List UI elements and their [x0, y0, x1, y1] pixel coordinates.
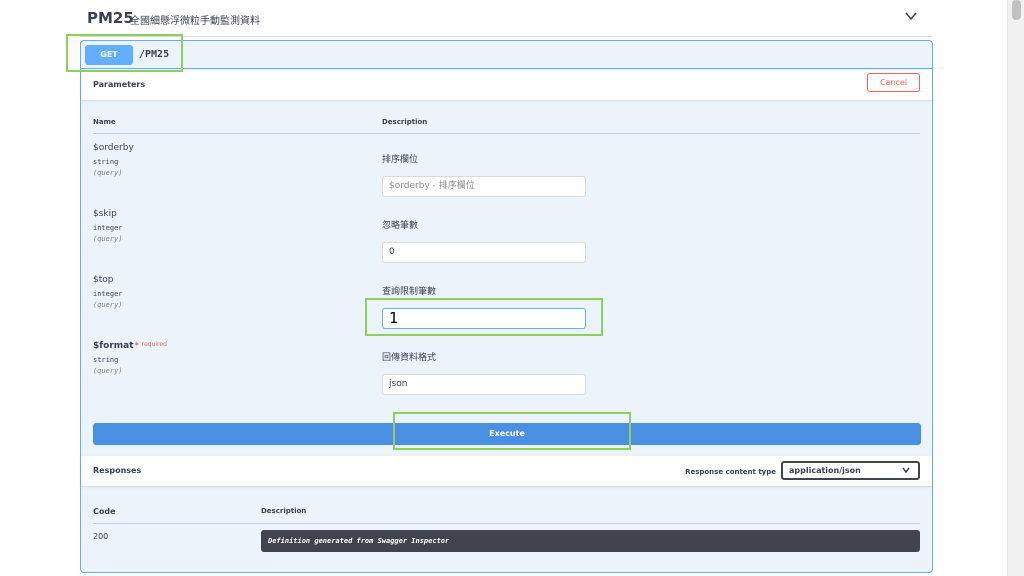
col-name-header: Name	[93, 118, 116, 126]
header-divider	[80, 36, 932, 37]
param-type: integer	[93, 290, 123, 298]
parameters-header: Parameters Cancel	[81, 70, 932, 100]
param-description: 忽略筆數	[382, 221, 419, 231]
orderby-input[interactable]: $orderby - 排序欄位	[382, 176, 586, 197]
tag-description: 全國細懸浮微粒手動監測資料	[130, 16, 260, 27]
param-type: string	[93, 356, 119, 364]
response-description: Definition generated from Swagger Inspec…	[261, 530, 920, 552]
param-name-text: $format	[93, 341, 134, 351]
table-rule	[93, 133, 920, 134]
chevron-down-icon[interactable]	[904, 9, 918, 23]
param-name: $top	[93, 275, 114, 285]
col-description-header: Description	[382, 118, 428, 126]
response-code: 200	[93, 532, 109, 541]
chevron-down-icon	[902, 467, 910, 474]
param-location: (query)	[93, 169, 123, 177]
responses-rule	[93, 523, 920, 524]
scrollbar-thumb[interactable]	[1012, 0, 1021, 20]
tag-title: PM25	[87, 9, 134, 27]
content-type-select[interactable]: application/json	[781, 461, 920, 480]
page-scrollbar[interactable]	[1007, 0, 1024, 576]
param-name: $orderby	[93, 143, 134, 153]
top-input[interactable]: 1	[382, 308, 586, 329]
cancel-button[interactable]: Cancel	[867, 73, 920, 92]
param-type: integer	[93, 224, 123, 232]
param-type: string	[93, 158, 119, 166]
format-input[interactable]: json	[382, 374, 586, 395]
param-description: 回傳資料格式	[382, 353, 437, 363]
param-description: 排序欄位	[382, 155, 419, 165]
col-response-description-header: Description	[261, 507, 307, 515]
parameters-title: Parameters	[93, 80, 146, 89]
content-type-label: Response content type	[685, 468, 776, 476]
param-name-required: $format* required	[93, 341, 167, 351]
operation-block: GET /PM25 Parameters Cancel Name Descrip…	[80, 40, 933, 573]
responses-title: Responses	[93, 466, 142, 475]
skip-input[interactable]: 0	[382, 242, 586, 263]
content-type-value: application/json	[789, 466, 861, 475]
operation-summary[interactable]: GET /PM25	[81, 41, 932, 69]
tag-header[interactable]: PM25 全國細懸浮微粒手動監測資料	[80, 0, 932, 36]
required-label: required	[141, 341, 167, 348]
param-description: 查詢限制筆數	[382, 287, 437, 297]
param-location: (query)	[93, 235, 123, 243]
operation-path: /PM25	[139, 49, 170, 60]
method-badge: GET	[85, 45, 133, 65]
param-location: (query)	[93, 301, 123, 309]
execute-button[interactable]: Execute	[93, 423, 921, 445]
col-code-header: Code	[93, 507, 116, 516]
param-name: $skip	[93, 209, 117, 219]
required-star: *	[134, 341, 139, 350]
responses-header: Responses Response content type applicat…	[81, 456, 932, 486]
param-location: (query)	[93, 367, 123, 375]
